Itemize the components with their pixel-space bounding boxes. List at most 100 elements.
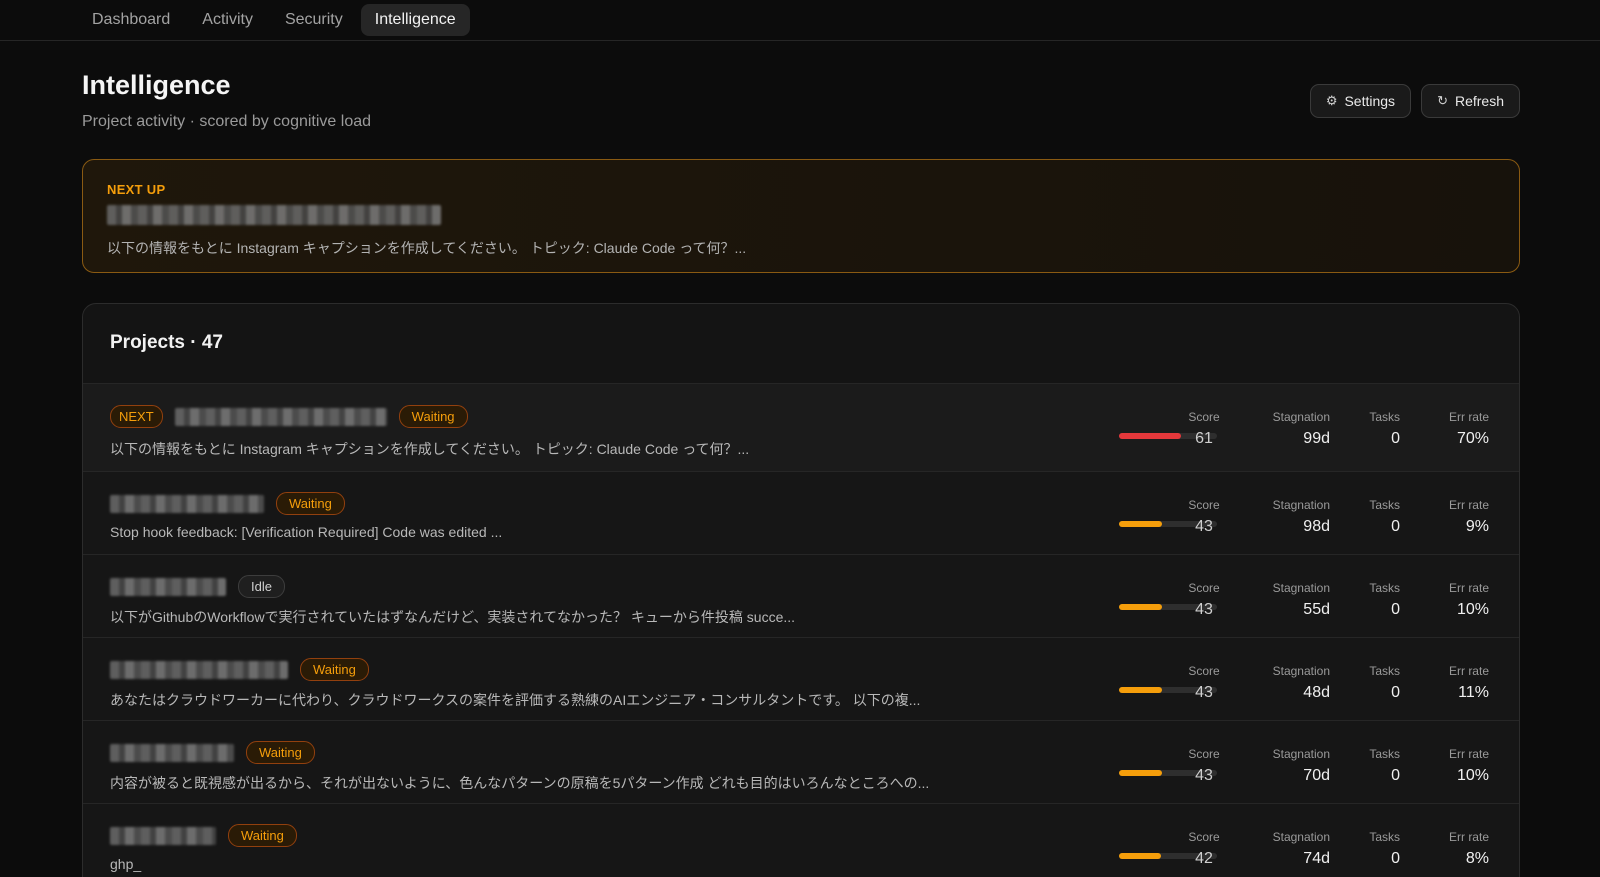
metric-stagnation: Stagnation 70d	[1226, 747, 1330, 785]
next-up-card[interactable]: NEXT UP 以下の情報をもとに Instagram キャプションを作成してく…	[82, 159, 1520, 273]
status-badge: Waiting	[246, 741, 315, 764]
metric-score: Score 61	[1182, 410, 1226, 448]
status-badge: Waiting	[228, 824, 297, 847]
next-up-label: NEXT UP	[107, 182, 166, 197]
metric-label: Err rate	[1448, 581, 1489, 595]
tab-activity[interactable]: Activity	[188, 4, 267, 36]
project-metrics: Score 61 Stagnation 99d Tasks 0 Err rate 70%	[1182, 410, 1489, 448]
project-row-header: Waiting	[110, 824, 297, 847]
project-row[interactable]: Idle 以下がGithubのWorkflowで実行されていたはずなんだけど、実装…	[83, 555, 1519, 638]
metric-value: 98d	[1303, 518, 1330, 535]
metric-value: 0	[1391, 430, 1400, 447]
project-row[interactable]: Waiting ghp_ Score 42 Stagnation 74d Tasks 0…	[83, 804, 1519, 877]
metric-value: 42	[1195, 850, 1213, 867]
metric-label: Err rate	[1448, 410, 1489, 424]
score-bar-fill	[1119, 433, 1181, 439]
metric-value: 0	[1391, 767, 1400, 784]
project-metrics: Score 42 Stagnation 74d Tasks 0 Err rate 8%	[1182, 830, 1489, 868]
page-header: Intelligence Project activity · scored b…	[82, 70, 371, 131]
metric-label: Stagnation	[1272, 410, 1330, 424]
redacted-project-name	[110, 743, 234, 762]
gear-icon: ⚙	[1325, 93, 1338, 108]
score-bar-fill	[1119, 770, 1163, 776]
project-metrics: Score 43 Stagnation 98d Tasks 0 Err rate 9%	[1182, 498, 1489, 536]
metric-value: 9%	[1465, 518, 1489, 535]
refresh-button[interactable]: ↻ Refresh	[1421, 84, 1520, 118]
metric-tasks: Tasks 0	[1330, 410, 1400, 448]
score-bar-fill	[1119, 687, 1163, 693]
tab-security[interactable]: Security	[271, 4, 357, 36]
metric-tasks: Tasks 0	[1330, 664, 1400, 702]
metric-label: Stagnation	[1272, 581, 1330, 595]
metric-score: Score 43	[1182, 747, 1226, 785]
project-row[interactable]: Waiting あなたはクラウドワーカーに代わり、クラウドワークスの案件を評価する…	[83, 638, 1519, 721]
page-title: Intelligence	[82, 70, 231, 100]
project-row[interactable]: Waiting Stop hook feedback: [Verification…	[83, 472, 1519, 555]
page-subtitle: Project activity · scored by cognitive l…	[82, 113, 372, 130]
project-row-header: NEXT Waiting	[110, 405, 468, 428]
tab-intelligence[interactable]: Intelligence	[360, 4, 470, 36]
project-row-header: Waiting	[110, 492, 345, 515]
metric-value: 74d	[1303, 850, 1330, 867]
project-row-header: Waiting	[110, 658, 369, 681]
metric-value: 48d	[1303, 684, 1330, 701]
metric-value: 8%	[1465, 850, 1489, 867]
metric-value: 70%	[1456, 430, 1489, 447]
projects-panel: Projects · 47 NEXT Waiting 以下の情報をもとに Insta…	[82, 303, 1520, 877]
status-badge: Waiting	[300, 658, 369, 681]
settings-button[interactable]: ⚙ Settings	[1309, 84, 1412, 118]
refresh-icon: ↻	[1437, 93, 1448, 108]
project-metrics: Score 43 Stagnation 70d Tasks 0 Err rate 10%	[1182, 747, 1489, 785]
metric-label: Stagnation	[1272, 747, 1330, 761]
project-row-header: Waiting	[110, 741, 315, 764]
project-description: 以下がGithubのWorkflowで実行されていたはずなんだけど、実装されてな…	[110, 609, 796, 625]
metric-label: Err rate	[1448, 747, 1489, 761]
redacted-project-name	[174, 407, 387, 426]
metric-tasks: Tasks 0	[1330, 581, 1400, 619]
metric-value: 61	[1195, 430, 1213, 447]
metric-err-rate: Err rate 8%	[1400, 830, 1489, 868]
project-row[interactable]: NEXT Waiting 以下の情報をもとに Instagram キャプションを作成…	[83, 384, 1519, 472]
metric-label: Tasks	[1369, 830, 1400, 844]
project-row[interactable]: Waiting 内容が被ると既視感が出るから、それが出ないように、色んなパターンの…	[83, 721, 1519, 804]
metric-tasks: Tasks 0	[1330, 830, 1400, 868]
metric-err-rate: Err rate 9%	[1400, 498, 1489, 536]
status-badge: Idle	[238, 575, 285, 598]
metric-score: Score 43	[1182, 581, 1226, 619]
metric-err-rate: Err rate 10%	[1400, 581, 1489, 619]
metric-label: Tasks	[1369, 410, 1400, 424]
score-bar-fill	[1119, 604, 1163, 610]
metric-label: Err rate	[1448, 664, 1489, 678]
metric-err-rate: Err rate 11%	[1400, 664, 1489, 702]
metric-tasks: Tasks 0	[1330, 498, 1400, 536]
metric-score: Score 43	[1182, 498, 1226, 536]
tab-dashboard[interactable]: Dashboard	[78, 4, 184, 36]
metric-value: 0	[1391, 684, 1400, 701]
metric-value: 0	[1391, 850, 1400, 867]
metric-err-rate: Err rate 10%	[1400, 747, 1489, 785]
metric-label: Tasks	[1369, 747, 1400, 761]
metric-value: 10%	[1456, 601, 1489, 618]
metric-tasks: Tasks 0	[1330, 747, 1400, 785]
metric-value: 10%	[1456, 767, 1489, 784]
project-description: 内容が被ると既視感が出るから、それが出ないように、色んなパターンの原稿を5パター…	[110, 775, 930, 791]
header-actions: ⚙ Settings ↻ Refresh	[1309, 84, 1520, 118]
metric-label: Score	[1188, 830, 1220, 844]
metric-value: 55d	[1303, 601, 1330, 618]
projects-list: NEXT Waiting 以下の情報をもとに Instagram キャプションを作成…	[83, 384, 1519, 877]
next-badge: NEXT	[110, 405, 163, 428]
metric-label: Err rate	[1448, 830, 1489, 844]
project-description: ghp_	[110, 856, 142, 872]
metric-value: 43	[1195, 518, 1213, 535]
metric-score: Score 42	[1182, 830, 1226, 868]
redacted-project-name	[110, 660, 288, 679]
metric-value: 0	[1391, 601, 1400, 618]
next-up-description: 以下の情報をもとに Instagram キャプションを作成してください。 トピッ…	[107, 240, 747, 256]
metric-label: Score	[1188, 581, 1220, 595]
status-badge: Waiting	[276, 492, 345, 515]
metric-label: Score	[1188, 664, 1220, 678]
metric-value: 70d	[1303, 767, 1330, 784]
metric-score: Score 43	[1182, 664, 1226, 702]
redacted-project-name	[107, 205, 441, 225]
metric-label: Score	[1188, 498, 1220, 512]
